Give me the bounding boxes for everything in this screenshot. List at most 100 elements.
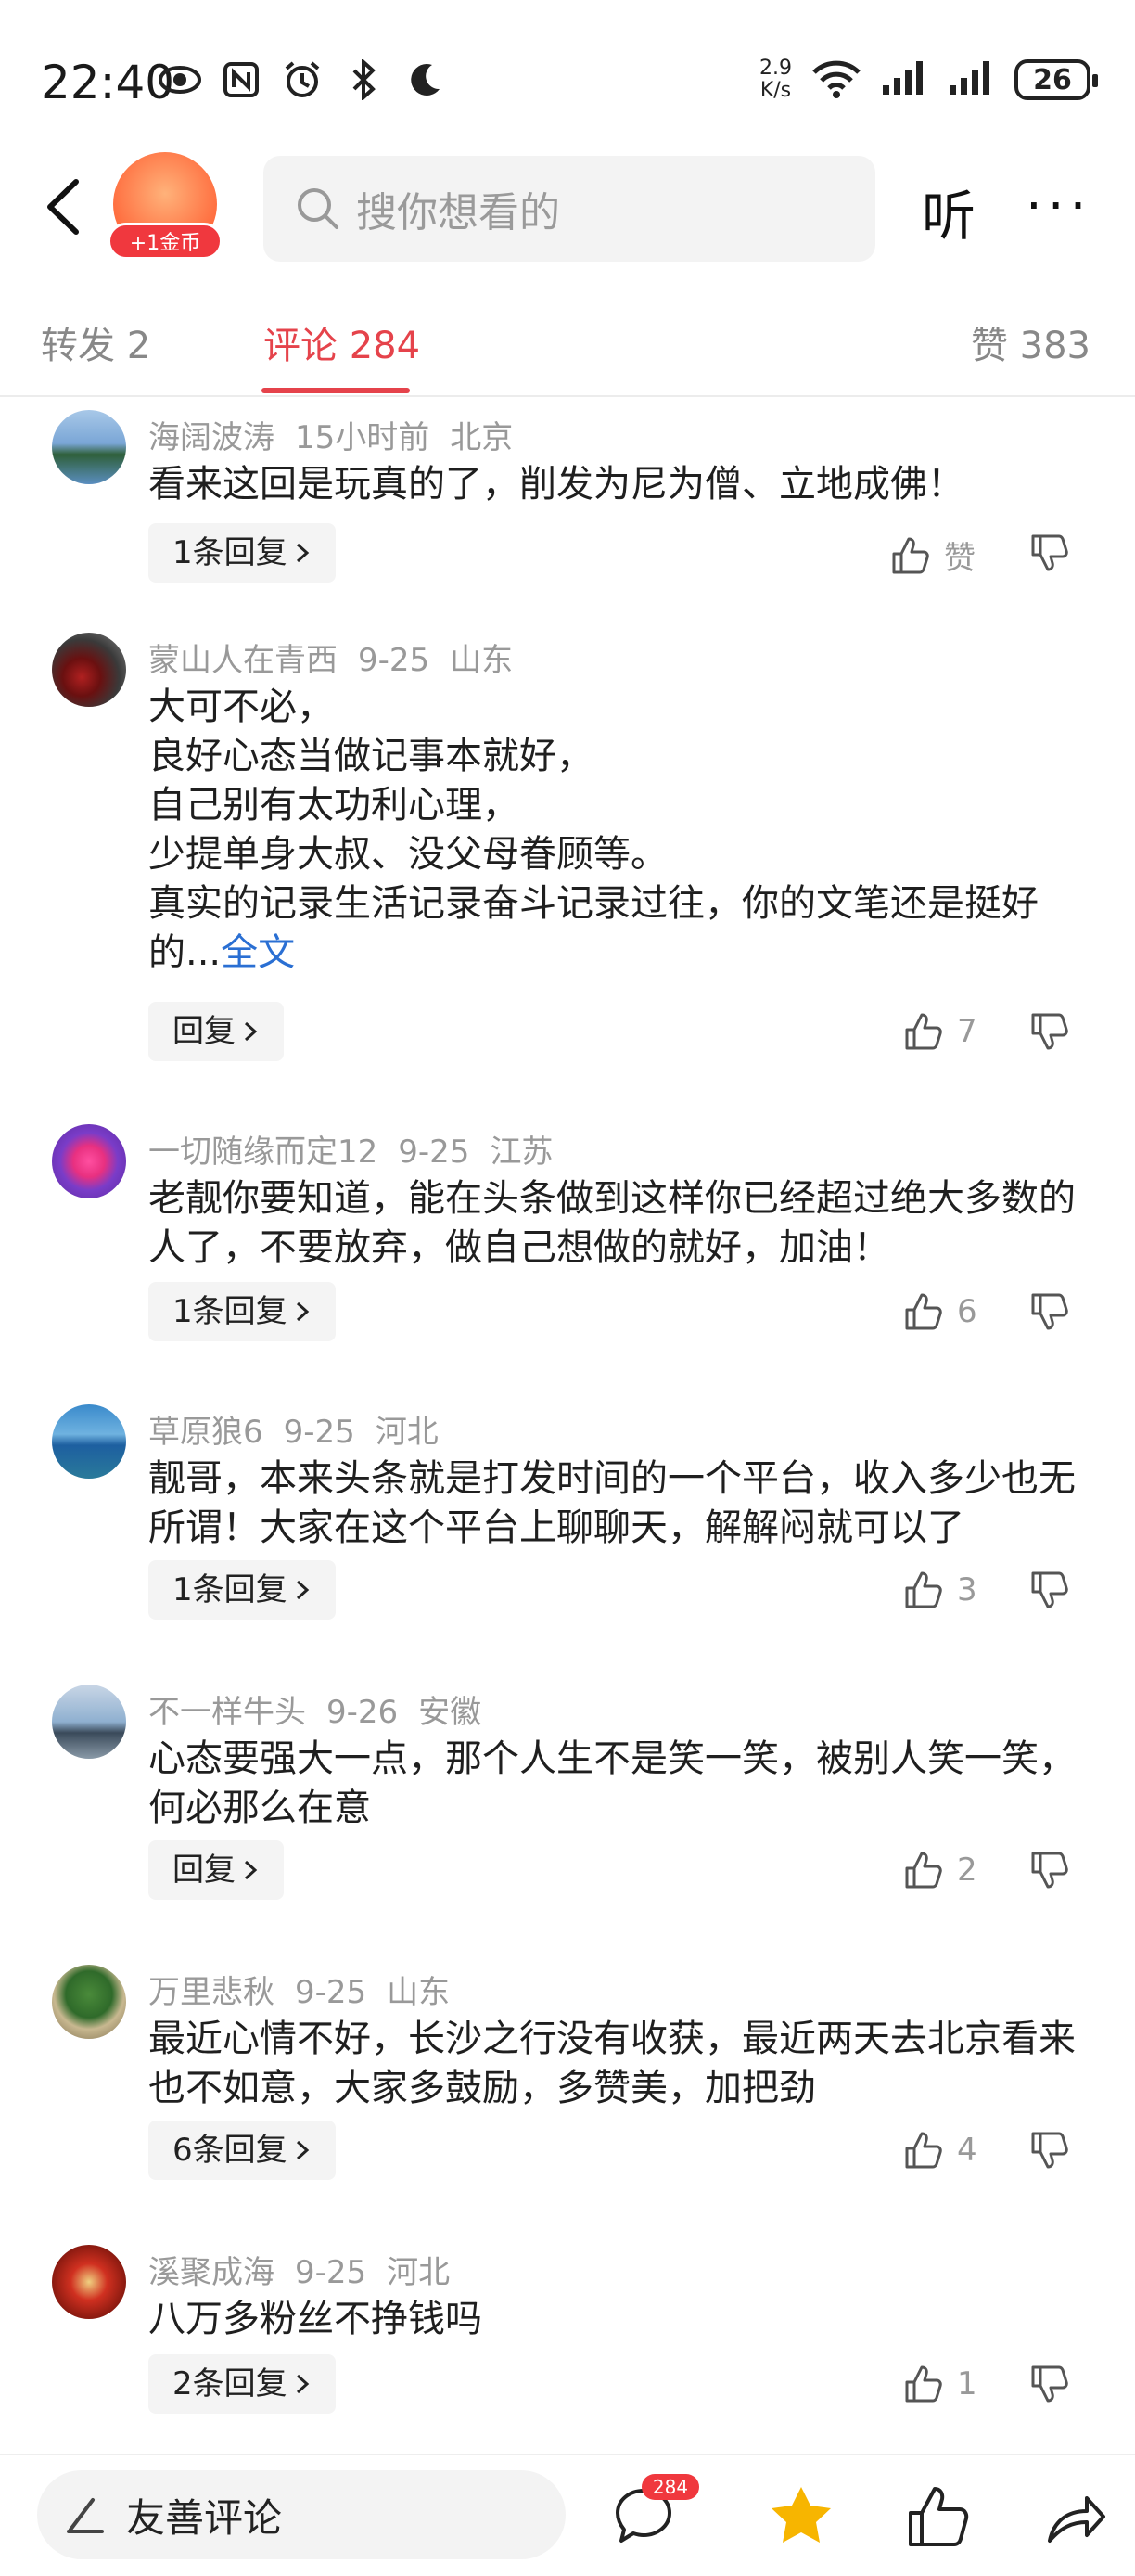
comment-placeholder: 友善评论 [126,2494,283,2541]
like-count: 2 [957,1852,977,1889]
avatar[interactable] [52,633,126,707]
comment-text: 八万多粉丝不挣钱吗 [148,2298,482,2340]
reply-button[interactable]: 6条回复 [148,2121,336,2180]
avatar[interactable] [52,1404,126,1479]
dislike-button[interactable] [1029,1570,1070,1614]
reply-button[interactable]: 2条回复 [148,2354,336,2414]
like-button[interactable]: 7 [903,1011,977,1052]
gold-coin-reward[interactable]: +1金币 [108,152,223,267]
nfc-icon [219,58,263,102]
like-post-button[interactable] [903,2481,974,2552]
like-button[interactable]: 赞 [890,532,976,578]
reply-button[interactable]: 回复 [148,1002,284,1061]
avatar[interactable] [52,1965,126,2039]
bottom-bar: 友善评论 284 [0,2454,1135,2576]
avatar[interactable] [52,1124,126,1198]
like-button[interactable]: 2 [903,1850,977,1890]
like-button[interactable]: 1 [903,2364,977,2404]
dislike-button[interactable] [1029,1850,1070,1894]
comment-location: 安徽 [418,1694,482,1731]
reply-button[interactable]: 回复 [148,1840,284,1900]
thumbs-up-icon [905,1293,942,1330]
like-count: 4 [957,2132,977,2169]
tab-active-indicator [261,388,410,393]
eye-icon [158,58,202,102]
reply-label: 1条回复 [172,534,287,571]
favorite-button[interactable] [766,2481,836,2552]
comment-text: 心态要强大一点，那个人生不是笑一笑，被别人笑一笑，何必那么在意 [148,1737,1076,1829]
signal-icon-2 [948,59,996,100]
tab-comments[interactable]: 评论 284 [263,315,420,369]
comment-username[interactable]: 蒙山人在青西 [148,642,338,679]
tab-likes[interactable]: 赞 383 [971,315,1090,369]
tab-share[interactable]: 转发 2 [41,315,150,369]
status-time: 22:40 [41,56,175,109]
share-button[interactable] [1040,2481,1111,2552]
full-text-link[interactable]: 全文 [221,931,295,974]
thumbs-up-icon [905,1571,942,1608]
comment-meta: 一切随缘而定12 9-25 江苏 [148,1126,573,1172]
comment-text: 大可不必， 良好心态当做记事本就好， 自己别有太功利心理， 少提单身大叔、没父母… [148,686,1039,974]
comment-location: 河北 [375,1414,439,1451]
thumbs-down-icon [1031,1571,1068,1608]
comment-meta: 海阔波涛 15小时前 北京 [148,412,533,457]
reply-button[interactable]: 1条回复 [148,1560,336,1620]
star-icon [772,2487,831,2543]
reply-button[interactable]: 1条回复 [148,523,336,583]
status-right: 2.9 K/s 26 [759,58,1098,102]
thumbs-up-icon [905,2365,942,2403]
more-button[interactable]: ··· [1026,176,1091,237]
chevron-right-icon [296,543,309,563]
chevron-left-icon [47,179,79,235]
comment-input[interactable]: 友善评论 [37,2470,566,2559]
comment-location: 河北 [387,2254,451,2291]
chevron-right-icon [296,1580,309,1600]
thumbs-down-icon [1031,1013,1068,1050]
dislike-button[interactable] [1029,532,1070,577]
thumbs-up-icon [905,1852,942,1889]
comment-username[interactable]: 草原狼6 [148,1414,263,1451]
comment-username[interactable]: 万里悲秋 [148,1974,274,2011]
dislike-button[interactable] [1029,2364,1070,2408]
thumbs-up-icon [905,2132,942,2169]
reply-label: 6条回复 [172,2132,287,2169]
comment-username[interactable]: 海阔波涛 [148,419,274,456]
tab-bar: 转发 2 评论 284 赞 383 [0,293,1135,397]
comment-time: 9-25 [358,642,430,679]
comment-text: 看来这回是玩真的了，削发为尼为僧、立地成佛！ [148,463,964,506]
thumbs-down-icon [1031,1852,1068,1889]
like-button[interactable]: 4 [903,2130,977,2171]
reply-label: 1条回复 [172,1293,287,1330]
avatar[interactable] [52,2245,126,2319]
comment-username[interactable]: 不一样牛头 [148,1694,306,1731]
search-placeholder: 搜你想看的 [356,189,560,237]
dislike-button[interactable] [1029,1011,1070,1056]
dislike-button[interactable] [1029,2130,1070,2174]
like-count: 3 [957,1571,977,1608]
like-button[interactable]: 6 [903,1291,977,1332]
like-count: 7 [957,1013,977,1050]
search-input[interactable]: 搜你想看的 [263,156,875,262]
thumbs-up-icon [892,537,929,573]
avatar[interactable] [52,1685,126,1759]
reply-label: 2条回复 [172,2365,287,2403]
moon-icon [402,58,447,102]
like-button[interactable]: 3 [903,1570,977,1610]
comment-location: 山东 [387,1974,451,2011]
reply-button[interactable]: 1条回复 [148,1282,336,1341]
reply-label: 1条回复 [172,1571,287,1608]
thumbs-down-icon [1031,2132,1068,2169]
back-button[interactable] [37,174,93,239]
comment-username[interactable]: 溪聚成海 [148,2254,274,2291]
top-navigation: +1金币 搜你想看的 听 ··· [0,148,1135,269]
comment-text: 老靓你要知道，能在头条做到这样你已经超过绝大多数的人了，不要放弃，做自己想做的就… [148,1177,1076,1269]
comment-username[interactable]: 一切随缘而定12 [148,1134,377,1171]
dislike-button[interactable] [1029,1291,1070,1336]
comment-meta: 不一样牛头 9-26 安徽 [148,1686,502,1732]
avatar[interactable] [52,410,126,484]
comment-location: 北京 [450,419,514,456]
listen-button[interactable]: 听 [922,173,976,250]
thumbs-down-icon [1031,534,1068,571]
like-count: 赞 [944,540,976,577]
comment-text: 靓哥，本来头条就是打发时间的一个平台，收入多少也无所谓！大家在这个平台上聊聊天，… [148,1457,1076,1549]
